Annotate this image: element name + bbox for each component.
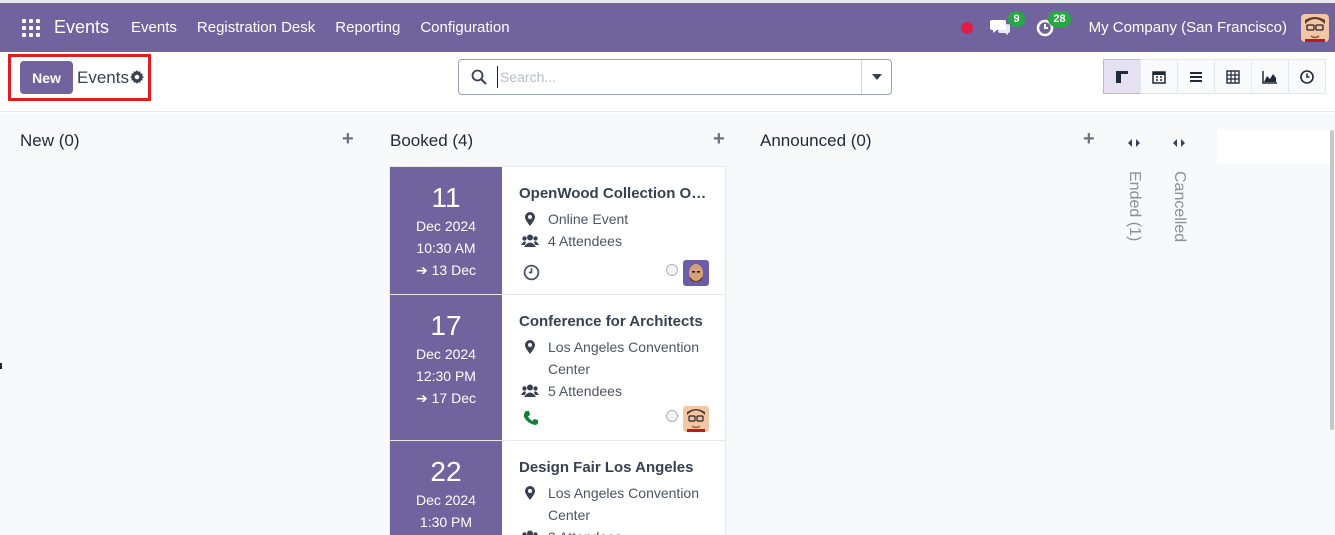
messages-count-badge: 9 xyxy=(1008,10,1025,27)
recording-indicator[interactable] xyxy=(960,21,973,34)
kanban-view-button[interactable] xyxy=(1103,59,1141,94)
add-column-area[interactable] xyxy=(1217,130,1335,164)
search-icon xyxy=(471,69,487,85)
calendar-view-button[interactable] xyxy=(1140,59,1178,94)
event-location: Los Angeles Convention Center xyxy=(519,482,725,526)
list-view-button[interactable] xyxy=(1177,59,1215,94)
activities-count-badge: 28 xyxy=(1048,10,1071,27)
left-edge-marker xyxy=(0,363,2,369)
kanban-icon xyxy=(1116,70,1128,83)
event-card[interactable]: 22 Dec 2024 1:30 PM Design Fair Los Ange… xyxy=(389,440,726,535)
search-input[interactable] xyxy=(497,66,857,88)
arrow-right-icon: ➔ xyxy=(416,390,432,406)
column-title-announced[interactable]: Announced (0) xyxy=(760,131,872,151)
event-title: Design Fair Los Angeles xyxy=(519,459,694,476)
user-avatar[interactable] xyxy=(1301,13,1329,42)
menu-events[interactable]: Events xyxy=(131,19,177,36)
menu-registration-desk[interactable]: Registration Desk xyxy=(197,19,315,36)
users-icon xyxy=(519,230,541,252)
map-marker-icon xyxy=(519,208,541,230)
app-brand[interactable]: Events xyxy=(54,17,109,38)
event-date-block: 22 Dec 2024 1:30 PM xyxy=(390,441,502,535)
event-day: 11 xyxy=(431,182,461,213)
expand-arrows-icon xyxy=(1128,139,1140,147)
event-month: Dec 2024 xyxy=(416,492,476,508)
responsible-avatar[interactable] xyxy=(683,406,709,432)
folded-column-ended[interactable]: Ended (1) xyxy=(1119,138,1149,241)
arrow-right-icon: ➔ xyxy=(416,262,432,278)
column-title-new[interactable]: New (0) xyxy=(20,131,80,151)
column-title-booked[interactable]: Booked (4) xyxy=(390,131,473,151)
folded-column-title: Ended (1) xyxy=(1126,171,1143,242)
event-card[interactable]: 11 Dec 2024 10:30 AM ➔ 13 Dec OpenWood C… xyxy=(389,166,726,294)
event-end: ➔ 17 Dec xyxy=(416,390,476,406)
kanban-board: New (0) + Booked (4) + Announced (0) + 1… xyxy=(0,113,1335,535)
event-time: 1:30 PM xyxy=(419,514,473,530)
event-title: Conference for Architects xyxy=(519,313,703,330)
gear-icon[interactable] xyxy=(130,70,144,84)
map-marker-icon xyxy=(519,336,541,380)
event-card[interactable]: 17 Dec 2024 12:30 PM ➔ 17 Dec Conference… xyxy=(389,294,726,440)
search-options-dropdown-icon[interactable] xyxy=(872,74,882,80)
add-to-announced-button[interactable]: + xyxy=(1083,128,1095,151)
pivot-view-button[interactable] xyxy=(1214,59,1252,94)
new-button[interactable]: New xyxy=(20,61,73,94)
activities-button[interactable]: 28 xyxy=(1035,10,1071,39)
event-day: 22 xyxy=(430,456,462,487)
event-location: Los Angeles Convention Center xyxy=(519,336,725,380)
breadcrumb-title: Events xyxy=(77,68,129,87)
event-day: 17 xyxy=(430,310,462,341)
calendar-icon xyxy=(1152,70,1166,84)
search-bar xyxy=(458,59,892,95)
map-marker-icon xyxy=(519,482,541,526)
chat-icon xyxy=(989,19,1010,35)
messages-button[interactable]: 9 xyxy=(989,10,1025,39)
event-card-body: Conference for Architects Los Angeles Co… xyxy=(502,295,725,440)
responsible-avatar[interactable] xyxy=(683,260,709,286)
event-card-body: OpenWood Collection Online Reveal Online… xyxy=(502,167,725,294)
activity-view-button[interactable] xyxy=(1288,59,1326,94)
list-icon xyxy=(1190,71,1202,82)
clock-icon[interactable] xyxy=(523,264,540,281)
kanban-status-dot[interactable] xyxy=(666,264,678,276)
event-location: Online Event xyxy=(519,208,725,230)
users-icon xyxy=(519,526,541,535)
expand-arrows-icon xyxy=(1173,139,1185,147)
vertical-scrollbar[interactable] xyxy=(1330,130,1334,430)
graph-view-button[interactable] xyxy=(1251,59,1289,94)
phone-icon[interactable] xyxy=(523,410,539,426)
users-icon xyxy=(519,380,541,402)
event-month: Dec 2024 xyxy=(416,218,476,234)
event-end: ➔ 13 Dec xyxy=(416,262,476,278)
menu-reporting[interactable]: Reporting xyxy=(335,19,400,36)
add-to-new-button[interactable]: + xyxy=(342,128,354,151)
pivot-icon xyxy=(1226,69,1240,84)
top-navbar: Events Events Registration Desk Reportin… xyxy=(0,0,1335,52)
graph-icon xyxy=(1262,70,1277,84)
folded-column-cancelled[interactable]: Cancelled xyxy=(1164,138,1194,242)
event-date-block: 17 Dec 2024 12:30 PM ➔ 17 Dec xyxy=(390,295,502,440)
search-divider xyxy=(861,60,862,94)
menu-configuration[interactable]: Configuration xyxy=(420,19,509,36)
event-attendees: 3 Attendees xyxy=(519,526,725,535)
apps-menu-icon[interactable] xyxy=(22,18,40,37)
folded-column-title: Cancelled xyxy=(1171,171,1188,243)
add-to-booked-button[interactable]: + xyxy=(713,128,725,151)
view-switcher xyxy=(1103,59,1326,94)
kanban-status-dot[interactable] xyxy=(666,410,678,422)
event-attendees: 4 Attendees xyxy=(519,230,725,252)
activity-icon xyxy=(1300,69,1314,84)
company-switcher[interactable]: My Company (San Francisco) xyxy=(1089,19,1287,36)
event-date-block: 11 Dec 2024 10:30 AM ➔ 13 Dec xyxy=(390,167,502,294)
event-title: OpenWood Collection Online Reveal xyxy=(519,185,709,202)
event-attendees: 5 Attendees xyxy=(519,380,725,402)
event-month: Dec 2024 xyxy=(416,346,476,362)
event-card-body: Design Fair Los Angeles Los Angeles Conv… xyxy=(502,441,725,535)
control-panel: New Events xyxy=(0,52,1335,112)
event-time: 12:30 PM xyxy=(416,368,476,384)
event-time: 10:30 AM xyxy=(416,240,476,256)
